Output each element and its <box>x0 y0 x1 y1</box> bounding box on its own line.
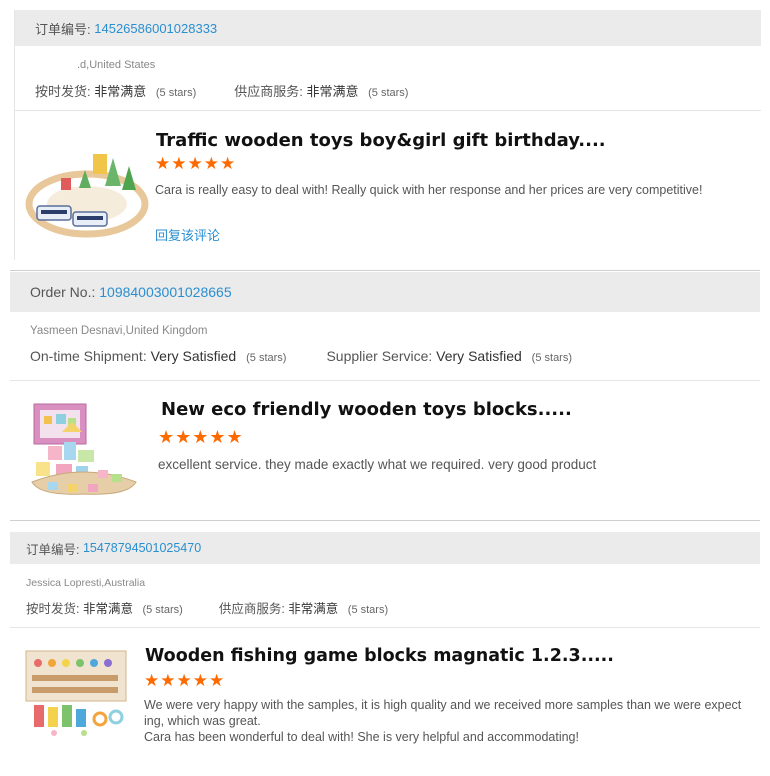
review-comment: We were very happy with the samples, it … <box>144 697 750 745</box>
divider <box>15 110 761 111</box>
service-rating: Supplier Service: Very Satisfied (5 star… <box>326 348 572 364</box>
review-comment: Cara is really easy to deal with! Really… <box>155 183 703 197</box>
order-bar: 订单编号: 14526586001028333 <box>15 10 761 46</box>
train-set-toy-icon[interactable] <box>25 148 149 244</box>
buyer-location: .d,United States <box>77 59 156 71</box>
review-separator <box>10 520 760 521</box>
comment-line: Cara has been wonderful to deal with! Sh… <box>144 730 579 744</box>
review-separator <box>10 270 760 271</box>
order-number-link[interactable]: 10984003001028665 <box>99 284 231 300</box>
order-label: 订单编号: <box>35 21 91 37</box>
order-bar: Order No.: 10984003001028665 <box>10 272 760 312</box>
divider <box>10 627 760 628</box>
service-label: 供应商服务: <box>234 84 303 99</box>
buyer-location: Jessica Lopresti,Australia <box>26 577 146 589</box>
star-rating: ★★★★★ <box>158 427 244 447</box>
review-card: 订单编号: 15478794501025470 Jessica Lopresti… <box>10 532 760 776</box>
product-title-link[interactable]: Traffic wooden toys boy&girl gift birthd… <box>156 130 606 151</box>
service-value: 非常满意 <box>288 602 339 616</box>
star-rating: ★★★★★ <box>155 154 237 173</box>
shipment-value: Very Satisfied <box>150 348 237 364</box>
building-blocks-toy-icon[interactable] <box>28 402 140 500</box>
order-number-link[interactable]: 14526586001028333 <box>94 21 217 36</box>
ratings-row: 按时发货: 非常满意 (5 stars) 供应商服务: 非常满意 (5 star… <box>26 598 388 617</box>
review-card: 订单编号: 14526586001028333 .d,United States… <box>14 10 761 260</box>
comment-line: We were very happy with the samples, it … <box>144 698 742 712</box>
shipment-stars: (5 stars) <box>246 352 287 364</box>
buyer-location: Yasmeen Desnavi,United Kingdom <box>30 325 208 337</box>
service-label: Supplier Service: <box>326 348 433 364</box>
shipment-label: On-time Shipment: <box>30 348 147 364</box>
fishing-game-toy-icon[interactable] <box>24 645 130 737</box>
shipment-value: 非常满意 <box>94 84 147 99</box>
comment-line: ing, which was great. <box>144 714 261 728</box>
service-value: 非常满意 <box>306 84 359 99</box>
shipment-stars: (5 stars) <box>155 87 197 99</box>
shipment-rating: On-time Shipment: Very Satisfied (5 star… <box>30 348 286 364</box>
service-label: 供应商服务: <box>218 602 285 616</box>
order-number-link[interactable]: 15478794501025470 <box>83 541 201 555</box>
shipment-label: 按时发货: <box>35 84 91 99</box>
service-stars: (5 stars) <box>531 352 573 364</box>
shipment-label: 按时发货: <box>26 602 80 616</box>
service-value: Very Satisfied <box>436 348 522 364</box>
order-label: Order No.: <box>30 284 96 300</box>
service-stars: (5 stars) <box>368 87 409 99</box>
ratings-row: 按时发货: 非常满意 (5 stars) 供应商服务: 非常满意 (5 star… <box>35 81 408 100</box>
order-label: 订单编号: <box>26 542 80 557</box>
reply-review-link[interactable]: 回复该评论 <box>155 225 220 244</box>
review-comment: excellent service. they made exactly wha… <box>158 457 597 472</box>
star-rating: ★★★★★ <box>144 671 226 690</box>
review-card: Order No.: 10984003001028665 Yasmeen Des… <box>10 272 760 522</box>
shipment-stars: (5 stars) <box>142 604 183 616</box>
shipment-value: 非常满意 <box>82 602 133 616</box>
product-title-link[interactable]: Wooden fishing game blocks magnatic 1.2.… <box>145 646 614 666</box>
shipment-rating: 按时发货: 非常满意 (5 stars) <box>26 598 183 617</box>
order-bar: 订单编号: 15478794501025470 <box>10 532 760 564</box>
ratings-row: On-time Shipment: Very Satisfied (5 star… <box>30 348 572 364</box>
shipment-rating: 按时发货: 非常满意 (5 stars) <box>35 81 196 100</box>
divider <box>10 380 760 381</box>
service-stars: (5 stars) <box>347 604 389 616</box>
product-title-link[interactable]: New eco friendly wooden toys blocks..... <box>161 399 572 420</box>
service-rating: 供应商服务: 非常满意 (5 stars) <box>234 81 408 100</box>
service-rating: 供应商服务: 非常满意 (5 stars) <box>219 598 388 617</box>
